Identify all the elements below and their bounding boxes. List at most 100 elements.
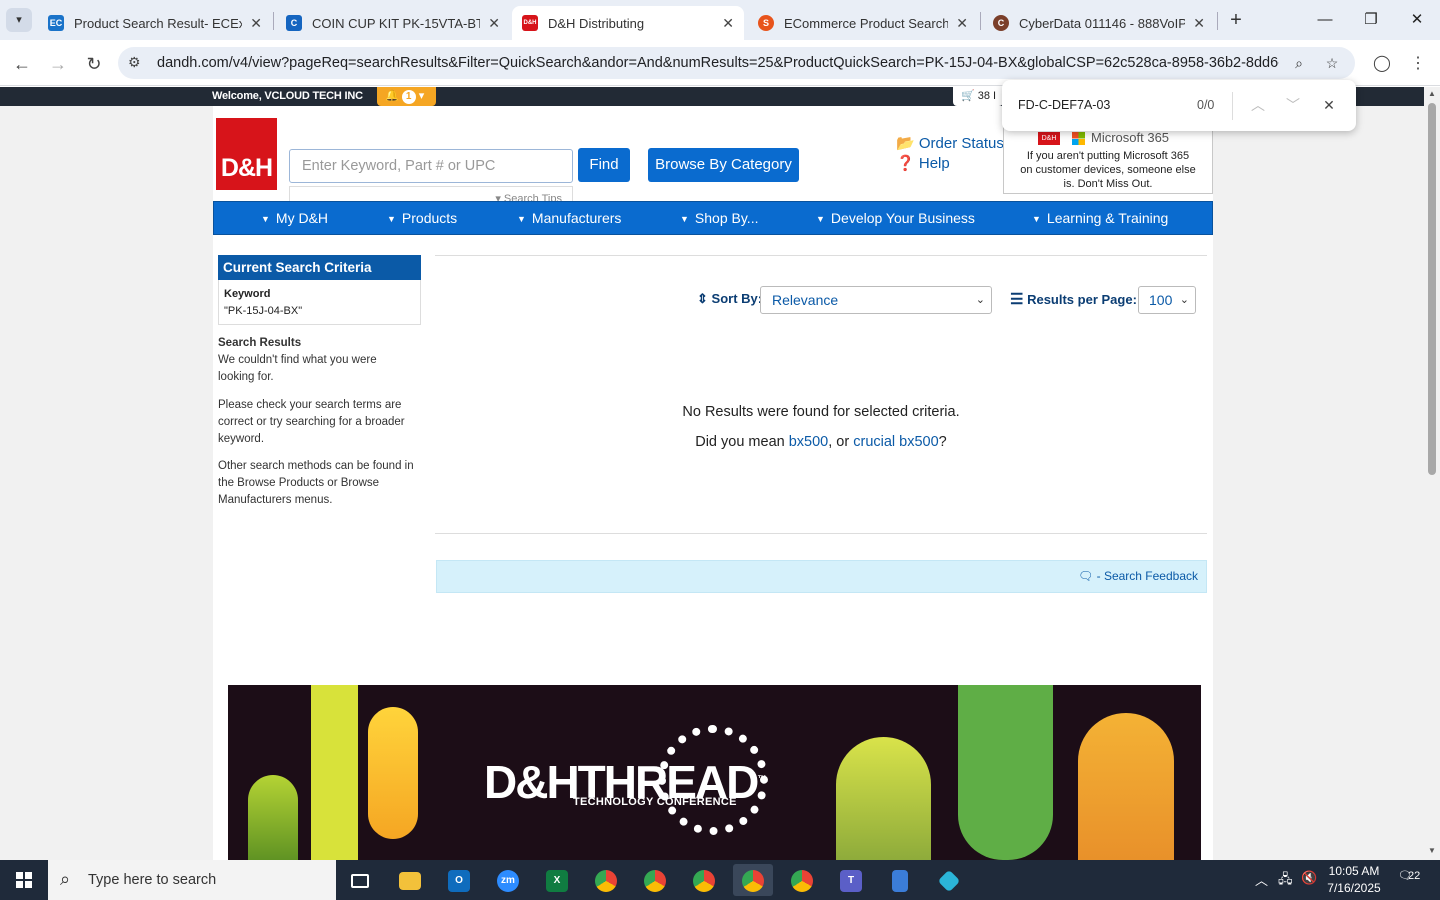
reload-icon[interactable]: ↻ — [80, 50, 108, 78]
notification-center-icon[interactable]: 🗨22 — [1398, 869, 1424, 891]
calculator-icon[interactable] — [880, 864, 920, 896]
question-mark: ? — [938, 434, 947, 450]
find-next-icon[interactable]: ﹀ — [1282, 94, 1304, 116]
help-link[interactable]: ❓ Help — [896, 154, 950, 172]
find-close-icon[interactable]: ✕ — [1318, 94, 1340, 116]
site-info-icon[interactable]: ⚙ — [128, 54, 141, 71]
find-in-page-icon[interactable]: ⌕ — [1289, 53, 1309, 73]
notification-badge: 22 — [1407, 870, 1421, 882]
file-explorer-icon[interactable] — [390, 864, 430, 896]
forward-icon[interactable]: → — [44, 50, 72, 78]
caret-down-icon: ▼ — [517, 214, 526, 224]
scrollbar-thumb[interactable] — [1428, 103, 1436, 475]
new-tab-button[interactable]: + — [1224, 6, 1248, 34]
chrome-icon[interactable] — [684, 864, 724, 896]
order-status-link[interactable]: 📂 Order Status — [896, 134, 1004, 152]
network-icon[interactable]: 🖧 — [1278, 870, 1293, 892]
address-bar[interactable]: ⚙ dandh.com/v4/view?pageReq=searchResult… — [118, 47, 1355, 79]
tab-coin-cup-kit[interactable]: C COIN CUP KIT PK-15VTA-BTILL ✕ — [276, 6, 510, 40]
microsoft-365-ad[interactable]: D&H Microsoft 365 If you aren't putting M… — [1003, 120, 1213, 194]
volume-muted-icon[interactable]: 🔇 — [1301, 870, 1317, 886]
nav-my-dh[interactable]: ▼ My D&H — [261, 210, 328, 226]
notifications-button[interactable]: 🔔 1 ▾ — [377, 87, 436, 106]
close-tab-icon[interactable]: ✕ — [250, 15, 262, 32]
tab-dh-distributing[interactable]: D&H D&H Distributing ✕ — [512, 6, 744, 40]
nav-shop-by[interactable]: ▼ Shop By... — [680, 210, 758, 226]
divider — [435, 533, 1207, 534]
outlook-icon[interactable]: O — [439, 864, 479, 896]
browse-by-category-button[interactable]: Browse By Category — [648, 148, 799, 182]
profile-icon[interactable]: ◯ — [1370, 52, 1394, 76]
sort-by-text: Sort By: — [711, 291, 763, 306]
notification-count: 1 — [401, 90, 416, 104]
tab-title: CyberData 011146 - 888VoIP — [1019, 15, 1186, 31]
nav-develop-your-business[interactable]: ▼ Develop Your Business — [816, 210, 975, 226]
close-tab-icon[interactable]: ✕ — [488, 15, 500, 32]
back-icon[interactable]: ← — [8, 50, 36, 78]
close-tab-icon[interactable]: ✕ — [1193, 15, 1205, 32]
dh-thread-banner[interactable]: D&HTHREAD™ TECHNOLOGY CONFERENCE — [228, 685, 1201, 860]
document-icon: C — [286, 15, 302, 31]
nav-label: Learning & Training — [1046, 210, 1169, 226]
system-clock[interactable]: 10:05 AM 7/16/2025 — [1318, 863, 1390, 897]
show-hidden-icons-icon[interactable]: ︿ — [1255, 870, 1268, 889]
close-tab-icon[interactable]: ✕ — [956, 15, 968, 32]
nav-products[interactable]: ▼ Products — [387, 210, 457, 226]
ad-brand: D&H Microsoft 365 — [1038, 131, 1169, 146]
start-button[interactable] — [0, 860, 48, 900]
results-per-page-select[interactable]: 100 ⌄ — [1138, 286, 1196, 314]
main-navigation: ▼ My D&H ▼ Products ▼ Manufacturers ▼ Shop B… — [213, 201, 1213, 235]
close-tab-icon[interactable]: ✕ — [722, 15, 734, 32]
question-circle-icon: ❓ — [896, 155, 915, 172]
close-window-icon[interactable]: ✕ — [1394, 0, 1440, 40]
speaker-photo — [836, 737, 931, 860]
main-content: Current Search Criteria Keyword "PK-15J-… — [213, 235, 1213, 860]
tab-divider — [273, 12, 274, 30]
minimize-icon[interactable]: — — [1302, 0, 1348, 40]
nav-learning-training[interactable]: ▼ Learning & Training — [1032, 210, 1168, 226]
find-match-count: 0/0 — [1197, 98, 1215, 112]
taskbar-search[interactable]: ⌕ Type here to search — [48, 860, 336, 900]
browser-menu-icon[interactable]: ⋮ — [1406, 52, 1430, 76]
restore-icon[interactable]: ❐ — [1348, 0, 1394, 40]
tab-product-search-ecexpress[interactable]: EC Product Search Result- ECExpre ✕ — [38, 6, 272, 40]
find-input[interactable]: FD-C-DEF7A-03 — [1018, 98, 1110, 112]
chrome-icon[interactable] — [635, 864, 675, 896]
comment-icon: 🗨 — [1078, 569, 1094, 583]
chrome-icon[interactable] — [782, 864, 822, 896]
tab-search-icon[interactable]: ▾ — [6, 8, 32, 32]
tab-title: D&H Distributing — [548, 15, 645, 31]
nav-label: Products — [401, 210, 458, 226]
nav-label: Manufacturers — [531, 210, 622, 226]
suggestion-bx500[interactable]: bx500 — [789, 434, 829, 450]
cart-button[interactable]: 🛒 38 I — [953, 87, 1003, 106]
bookmark-star-icon[interactable]: ☆ — [1322, 53, 1342, 73]
scroll-down-icon[interactable]: ▼ — [1424, 844, 1440, 858]
search-input[interactable]: Enter Keyword, Part # or UPC — [289, 149, 573, 183]
url-text[interactable]: dandh.com/v4/view?pageReq=searchResults&… — [157, 55, 1279, 71]
zoom-icon[interactable]: zm — [488, 864, 528, 896]
teams-icon[interactable]: T — [831, 864, 871, 896]
speaker-photo — [1078, 713, 1174, 860]
chrome-icon[interactable] — [586, 864, 626, 896]
find-previous-icon[interactable]: ︿ — [1247, 94, 1269, 116]
bell-icon: 🔔 — [385, 90, 399, 102]
sort-by-select[interactable]: Relevance ⌄ — [760, 286, 992, 314]
chevron-down-icon: ⌄ — [1179, 294, 1189, 306]
web-page: Welcome, VCLOUD TECH INC 🔔 1 ▾ 🛒 38 I D&H… — [0, 87, 1424, 860]
find-button[interactable]: Find — [578, 148, 630, 182]
folder-open-icon: 📂 — [896, 135, 915, 152]
tab-cyberdata[interactable]: C CyberData 011146 - 888VoIP ✕ — [983, 6, 1215, 40]
scroll-up-icon[interactable]: ▲ — [1424, 87, 1440, 101]
sort-by-label: ⇕ Sort By: — [697, 291, 762, 307]
suggestion-crucial-bx500[interactable]: crucial bx500 — [853, 434, 938, 450]
task-view-icon[interactable] — [340, 864, 380, 896]
remote-app-icon[interactable] — [929, 864, 969, 896]
search-feedback-link[interactable]: 🗨 - Search Feedback — [1078, 569, 1198, 583]
nav-manufacturers[interactable]: ▼ Manufacturers — [517, 210, 621, 226]
dh-logo[interactable]: D&H — [216, 118, 277, 190]
excel-icon[interactable]: X — [537, 864, 577, 896]
chrome-icon[interactable] — [733, 864, 773, 896]
tab-ecommerce-product-search[interactable]: S ECommerce Product Search ✕ — [748, 6, 978, 40]
page-scrollbar[interactable]: ▲ ▼ — [1424, 87, 1440, 860]
